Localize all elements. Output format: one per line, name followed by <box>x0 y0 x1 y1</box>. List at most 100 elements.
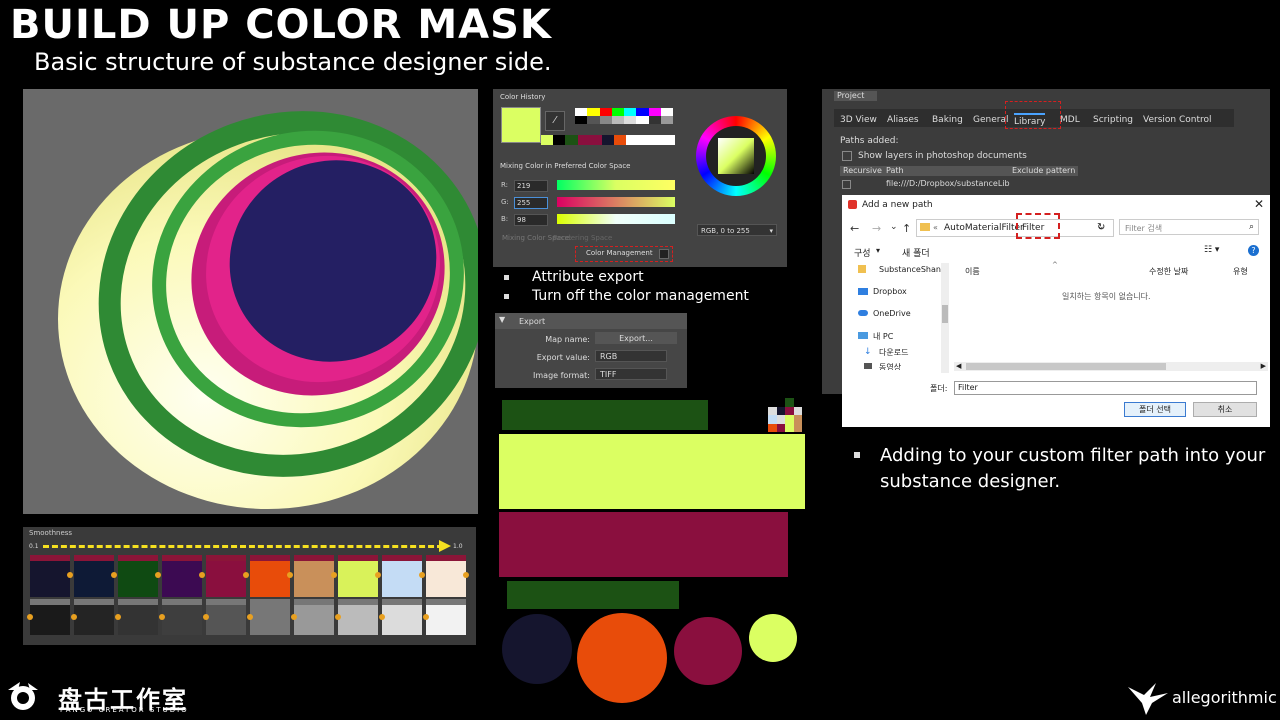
output-port-icon[interactable] <box>111 572 117 578</box>
r-input[interactable]: 219 <box>514 180 548 192</box>
input-port-icon[interactable] <box>335 614 341 620</box>
nav-item[interactable]: SubstanceShang <box>879 265 946 274</box>
g-slider[interactable] <box>557 197 675 207</box>
output-port-icon[interactable] <box>243 572 249 578</box>
path-value[interactable]: file:///D:/Dropbox/substanceLib <box>886 179 1010 188</box>
mixing-label: Mixing Color in Preferred Color Space <box>500 162 631 170</box>
export-button[interactable]: Export... <box>595 332 677 344</box>
project-tab[interactable]: Project <box>834 91 877 101</box>
input-port-icon[interactable] <box>423 614 429 620</box>
view-options-icon[interactable]: ☷ ▾ <box>1204 245 1219 255</box>
color-range-select[interactable]: RGB, 0 to 255 ▾ <box>697 224 777 236</box>
history-swatches[interactable] <box>575 108 673 124</box>
grayscale-swatch[interactable] <box>30 599 70 635</box>
grayscale-swatch[interactable] <box>118 599 158 635</box>
nav-item[interactable]: OneDrive <box>873 309 911 318</box>
tab-scripting[interactable]: Scripting <box>1093 113 1133 127</box>
uniform-color-swatch[interactable] <box>162 555 202 597</box>
grayscale-swatch[interactable] <box>338 599 378 635</box>
refresh-icon[interactable]: ↻ <box>1097 222 1105 233</box>
image-format-select[interactable]: TIFF <box>595 368 667 380</box>
uniform-color-swatch[interactable] <box>250 555 290 597</box>
uniform-color-swatch[interactable] <box>382 555 422 597</box>
color-wheel[interactable] <box>696 116 776 196</box>
cancel-button[interactable]: 취소 <box>1193 402 1257 417</box>
input-port-icon[interactable] <box>291 614 297 620</box>
search-input[interactable]: Filter 검색 ⌕ <box>1119 219 1259 235</box>
organize-menu[interactable]: 구성 <box>854 246 871 259</box>
tab-baking[interactable]: Baking <box>932 113 963 127</box>
grayscale-swatch[interactable] <box>206 599 246 635</box>
col-name[interactable]: 이름 <box>965 266 980 277</box>
grayscale-swatch[interactable] <box>426 599 466 635</box>
output-port-icon[interactable] <box>331 572 337 578</box>
output-port-icon[interactable] <box>155 572 161 578</box>
tab-library[interactable]: Library <box>1014 113 1046 129</box>
tab-mdl[interactable]: MDL <box>1060 113 1080 127</box>
uniform-color-swatch[interactable] <box>294 555 334 597</box>
input-port-icon[interactable] <box>71 614 77 620</box>
nav-item[interactable]: Dropbox <box>873 287 907 296</box>
tab-general[interactable]: General <box>973 113 1008 127</box>
uniform-color-swatch[interactable] <box>206 555 246 597</box>
uniform-color-swatch[interactable] <box>426 555 466 597</box>
new-folder-button[interactable]: 새 폴더 <box>902 246 930 259</box>
close-icon[interactable]: ✕ <box>1254 197 1264 211</box>
grayscale-swatch[interactable] <box>382 599 422 635</box>
input-port-icon[interactable] <box>115 614 121 620</box>
tab-3d-view[interactable]: 3D View <box>840 113 877 127</box>
nav-item[interactable]: 동영상 <box>879 362 901 370</box>
recent-swatches[interactable] <box>541 135 676 145</box>
forward-arrow-icon[interactable]: → <box>872 222 881 235</box>
export-header-bar[interactable]: ▼ Export <box>495 313 687 329</box>
dropdown-icon[interactable]: ⌄ <box>890 222 898 232</box>
output-port-icon[interactable] <box>287 572 293 578</box>
folder-input[interactable]: Filter <box>954 381 1257 395</box>
viewport-3d[interactable] <box>23 89 478 514</box>
nav-item[interactable]: 내 PC <box>873 331 893 342</box>
horizontal-scrollbar[interactable]: ◀ ▶ <box>954 362 1268 371</box>
up-arrow-icon[interactable]: ↑ <box>902 222 911 235</box>
help-icon[interactable]: ? <box>1248 245 1259 256</box>
output-port-icon[interactable] <box>375 572 381 578</box>
tab-version-control[interactable]: Version Control <box>1143 113 1212 127</box>
input-port-icon[interactable] <box>159 614 165 620</box>
eyedropper-icon[interactable]: ⁄ <box>545 111 565 131</box>
grayscale-swatch[interactable] <box>250 599 290 635</box>
output-port-icon[interactable] <box>67 572 73 578</box>
uniform-color-swatch[interactable] <box>338 555 378 597</box>
b-input[interactable]: 98 <box>514 214 548 226</box>
col-modified[interactable]: 수정한 날짜 <box>1149 266 1188 277</box>
select-folder-button[interactable]: 폴더 선택 <box>1124 402 1186 417</box>
mixing-space-select[interactable]: Rendering Space <box>553 234 612 242</box>
r-slider[interactable] <box>557 180 675 190</box>
export-value-select[interactable]: RGB <box>595 350 667 362</box>
recursive-checkbox[interactable] <box>842 180 851 189</box>
color-management-checkbox[interactable] <box>659 249 669 259</box>
tab-aliases[interactable]: Aliases <box>887 113 919 127</box>
search-icon: ⌕ <box>1248 222 1254 232</box>
color-circle-navy <box>502 614 572 684</box>
output-port-icon[interactable] <box>419 572 425 578</box>
input-port-icon[interactable] <box>27 614 33 620</box>
grayscale-swatch[interactable] <box>294 599 334 635</box>
b-slider[interactable] <box>557 214 675 224</box>
input-port-icon[interactable] <box>247 614 253 620</box>
g-input[interactable]: 255 <box>514 197 548 209</box>
address-bar[interactable]: « AutoMaterialFilter Filter ⌄ <box>916 219 1114 237</box>
uniform-color-swatch[interactable] <box>30 555 70 597</box>
output-port-icon[interactable] <box>199 572 205 578</box>
show-layers-checkbox[interactable] <box>842 151 852 161</box>
col-type[interactable]: 유형 <box>1233 266 1248 277</box>
output-port-icon[interactable] <box>463 572 469 578</box>
uniform-color-swatch[interactable] <box>118 555 158 597</box>
breadcrumb-prev[interactable]: AutoMaterialFilter <box>944 223 1024 233</box>
uniform-color-swatch[interactable] <box>74 555 114 597</box>
nav-scrollbar[interactable] <box>941 263 949 373</box>
grayscale-swatch[interactable] <box>162 599 202 635</box>
input-port-icon[interactable] <box>203 614 209 620</box>
nav-item[interactable]: 다운로드 <box>879 347 908 358</box>
input-port-icon[interactable] <box>379 614 385 620</box>
back-arrow-icon[interactable]: ← <box>850 222 859 235</box>
grayscale-swatch[interactable] <box>74 599 114 635</box>
